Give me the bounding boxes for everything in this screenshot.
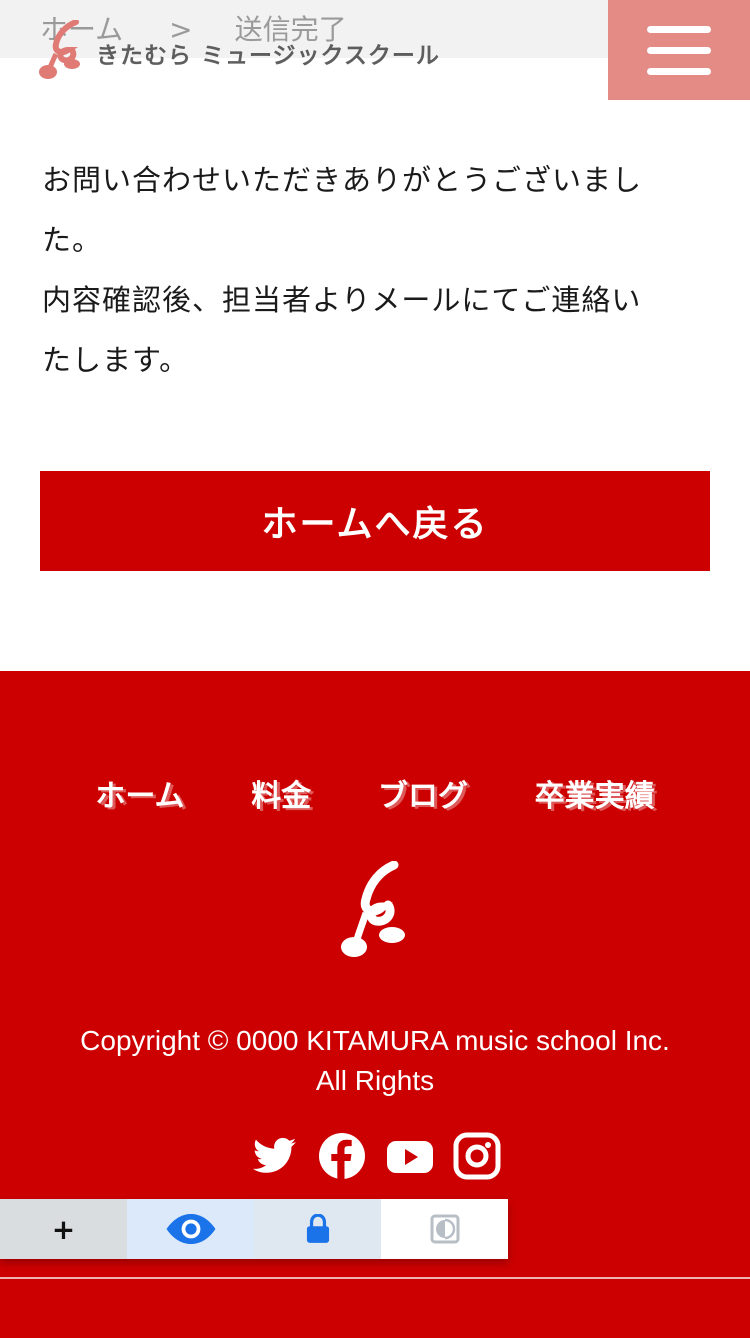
- twitter-icon[interactable]: [250, 1131, 300, 1181]
- message-line: 内容確認後、担当者よりメールにてご連絡い: [42, 283, 642, 317]
- zoom-in-button[interactable]: +: [0, 1199, 127, 1259]
- hamburger-bar: [647, 67, 711, 75]
- copyright-line: Copyright © 0000 KITAMURA music school I…: [80, 1025, 670, 1056]
- hamburger-menu-icon: [647, 25, 711, 33]
- plus-icon: +: [51, 1212, 76, 1246]
- lock-button[interactable]: [254, 1199, 381, 1259]
- brand-name: きたむら ミュージックスクール: [96, 43, 440, 69]
- social-links: [250, 1131, 502, 1181]
- footer-nav-graduates[interactable]: 卒業実績: [535, 771, 655, 815]
- footer-nav: ホーム 料金 ブログ 卒業実績: [0, 771, 750, 815]
- facebook-icon[interactable]: [317, 1131, 367, 1181]
- message-line: たします。: [42, 343, 190, 377]
- youtube-icon[interactable]: [385, 1131, 435, 1181]
- footer-nav-home[interactable]: ホーム: [95, 771, 184, 815]
- footer-nav-pricing[interactable]: 料金: [251, 771, 311, 815]
- copyright: Copyright © 0000 KITAMURA music school I…: [0, 1021, 750, 1101]
- hamburger-menu-button[interactable]: [608, 0, 750, 100]
- hamburger-bar: [647, 46, 711, 54]
- site-header: ホーム > 送信完了 きたむら ミュージックスクール: [0, 0, 750, 100]
- footer-logo-icon[interactable]: [338, 861, 412, 961]
- lock-icon: [306, 1214, 329, 1243]
- footer-nav-blog[interactable]: ブログ: [378, 771, 468, 815]
- back-to-home-button[interactable]: ホームへ戻る: [40, 471, 710, 571]
- footer-divider: [0, 1277, 750, 1279]
- contrast-button[interactable]: [381, 1199, 508, 1259]
- instagram-icon[interactable]: [452, 1131, 502, 1181]
- accessibility-toolbar: +: [0, 1199, 508, 1259]
- eye-icon: [166, 1213, 215, 1245]
- logo-icon[interactable]: [36, 20, 96, 82]
- copyright-line: All Rights: [315, 1065, 435, 1096]
- readability-button[interactable]: [127, 1199, 254, 1259]
- contrast-icon: [430, 1214, 459, 1244]
- message-line: た。: [42, 223, 103, 257]
- message-line: お問い合わせいただきありがとうございまし: [42, 163, 643, 197]
- thank-you-message: お問い合わせいただきありがとうございまし た。 内容確認後、担当者よりメールにて…: [42, 150, 692, 390]
